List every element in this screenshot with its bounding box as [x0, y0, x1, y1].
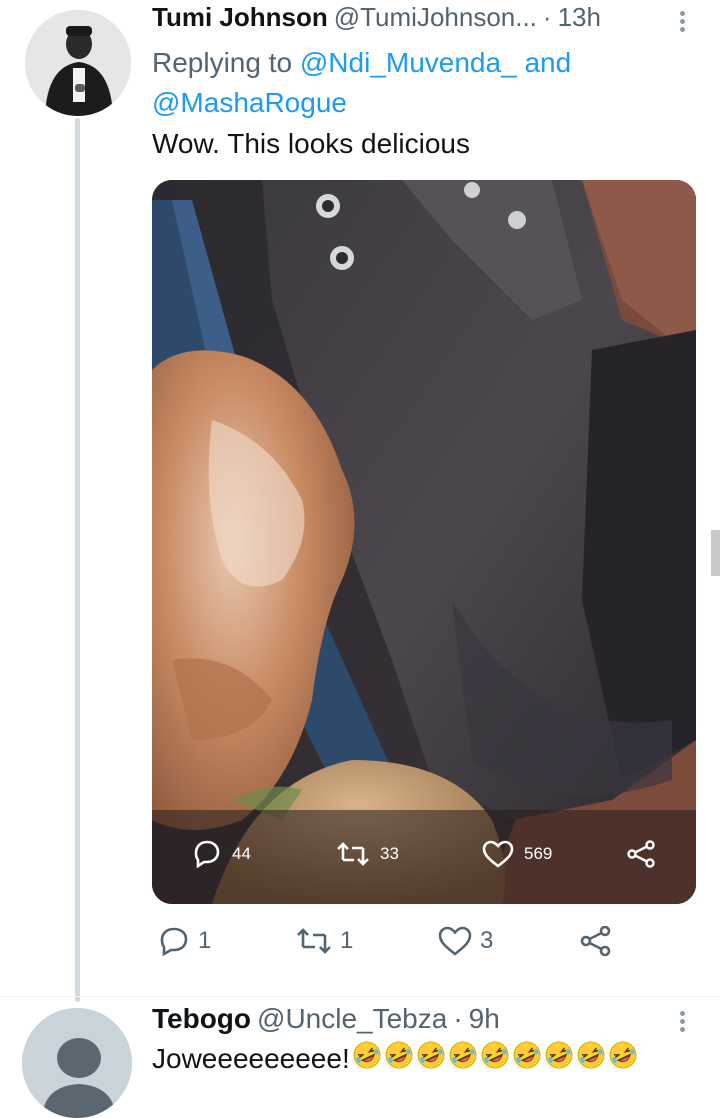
retweet-icon	[297, 928, 331, 954]
tweet-action-bar: 1 1 3	[152, 922, 622, 966]
share-icon	[580, 926, 611, 956]
user-handle[interactable]: @TumiJohnson...	[334, 2, 537, 33]
reply-button[interactable]: 1	[158, 926, 211, 956]
mention-link[interactable]: @Ndi_Muvenda_	[300, 47, 517, 78]
reply-icon	[194, 840, 220, 868]
rofl-emoji	[449, 1041, 477, 1069]
rofl-emoji	[513, 1041, 541, 1069]
timestamp[interactable]: 13h	[558, 2, 601, 33]
more-icon[interactable]	[672, 1008, 692, 1036]
more-icon[interactable]	[672, 8, 692, 36]
media-reply-count: 44	[232, 844, 251, 863]
timestamp[interactable]: 9h	[469, 1003, 500, 1035]
media-like-count: 569	[524, 844, 553, 863]
mention-link[interactable]: @MashaRogue	[152, 87, 347, 118]
avatar[interactable]	[22, 1008, 132, 1118]
rofl-emoji	[545, 1041, 573, 1069]
avatar-image	[25, 10, 131, 116]
display-name[interactable]: Tumi Johnson	[152, 2, 328, 33]
like-count: 3	[480, 927, 494, 954]
rofl-emoji	[417, 1041, 445, 1069]
media-card[interactable]: 44 33 569	[152, 180, 696, 904]
user-handle[interactable]: @Uncle_Tebza	[257, 1003, 447, 1035]
media-retweet-count: 33	[380, 844, 399, 863]
share-icon	[627, 840, 655, 868]
tweet-text-content: Joweeeeeeeee!	[152, 1042, 350, 1074]
avatar[interactable]	[25, 10, 131, 116]
retweet-button[interactable]: 1	[296, 926, 353, 956]
rofl-emoji	[353, 1041, 381, 1069]
media-reply-button[interactable]: 44	[192, 840, 251, 868]
like-icon	[482, 840, 514, 868]
emoji-row	[350, 1040, 638, 1077]
rofl-emoji	[385, 1041, 413, 1069]
media-action-bar: 44 33 569	[152, 810, 696, 904]
media-like-button[interactable]: 569	[482, 840, 552, 868]
retweet-icon	[337, 842, 369, 866]
tweet-text: Joweeeeeeeee!	[152, 1040, 638, 1077]
reply-icon	[160, 927, 188, 956]
separator-dot: ·	[542, 2, 552, 32]
default-avatar-icon	[22, 1008, 132, 1118]
rofl-emoji	[481, 1041, 509, 1069]
like-icon	[438, 926, 472, 956]
media-image	[152, 180, 696, 904]
tweet-text: Wow. This looks delicious	[152, 128, 470, 159]
replying-to-label: Replying to	[152, 47, 293, 78]
share-button[interactable]	[580, 926, 612, 956]
tweet-header: Tumi Johnson @TumiJohnson... · 13h	[152, 2, 682, 40]
like-button[interactable]: 3	[438, 926, 493, 956]
retweet-count: 1	[340, 927, 354, 954]
thread-line	[75, 118, 80, 1002]
scrollbar-thumb[interactable]	[711, 530, 720, 576]
media-retweet-button[interactable]: 33	[336, 840, 399, 868]
reply-count: 1	[198, 927, 212, 954]
replying-to: Replying to @Ndi_Muvenda_ and @MashaRogu…	[152, 43, 632, 123]
rofl-emoji	[609, 1041, 637, 1069]
and-label[interactable]: and	[524, 47, 571, 78]
media-share-button[interactable]	[626, 840, 656, 868]
separator-dot: ·	[453, 1003, 463, 1034]
divider	[0, 996, 720, 997]
rofl-emoji	[577, 1041, 605, 1069]
tweet-header: Tebogo @Uncle_Tebza · 9h	[152, 1003, 500, 1039]
display-name[interactable]: Tebogo	[152, 1003, 251, 1035]
